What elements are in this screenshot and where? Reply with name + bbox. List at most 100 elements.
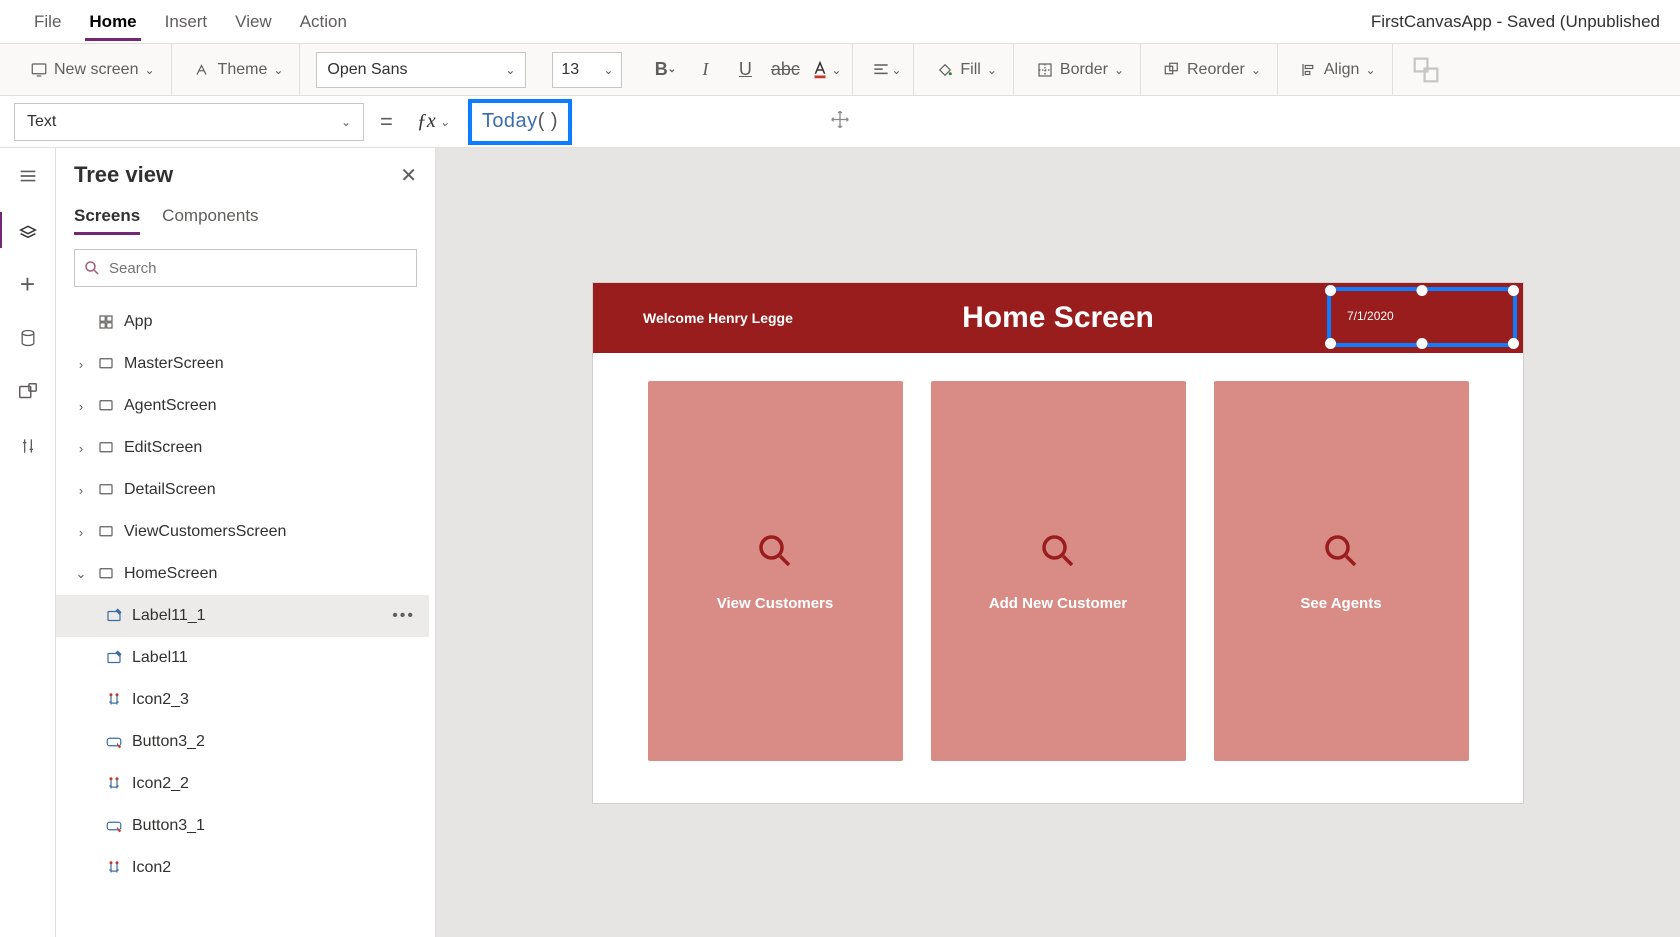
tree-search-input[interactable]	[109, 260, 408, 277]
label-icon	[104, 648, 124, 668]
tree-node-screen[interactable]: ›ViewCustomersScreen	[56, 511, 429, 553]
strikethrough-button[interactable]: abc	[768, 53, 802, 87]
tree-node-screen[interactable]: ›EditScreen	[56, 427, 429, 469]
underline-button[interactable]: U	[728, 53, 762, 87]
tree-node-control[interactable]: Icon2_3	[56, 679, 429, 721]
font-color-button[interactable]: ⌄	[808, 53, 842, 87]
italic-button[interactable]: I	[688, 53, 722, 87]
menu-action[interactable]: Action	[286, 4, 361, 40]
card-label: See Agents	[1300, 595, 1381, 612]
align-icon	[871, 60, 891, 80]
border-button[interactable]: Border⌄	[1030, 57, 1130, 83]
formula-input-highlight[interactable]: Today( )	[468, 99, 572, 145]
tree-search[interactable]	[74, 249, 417, 287]
tree-node-control[interactable]: Label11_1•••	[56, 595, 429, 637]
rail-media[interactable]	[14, 378, 42, 406]
fx-button[interactable]: ƒx⌄	[409, 110, 458, 133]
fill-button[interactable]: Fill⌄	[930, 57, 1003, 83]
magnifier-icon	[754, 530, 796, 577]
screen-icon	[96, 438, 116, 458]
group-button[interactable]	[1409, 53, 1443, 87]
formula-bar: Text⌄ = ƒx⌄ Today( )	[0, 96, 1680, 148]
button-icon	[104, 732, 124, 752]
app-title: FirstCanvasApp - Saved (Unpublished	[1371, 12, 1660, 32]
tab-components[interactable]: Components	[162, 200, 258, 235]
magnifier-icon	[1320, 530, 1362, 577]
screen-icon	[96, 564, 116, 584]
rail-hamburger[interactable]	[14, 162, 42, 190]
tab-screens[interactable]: Screens	[74, 200, 140, 235]
canvas-header-title: Home Screen	[962, 301, 1154, 335]
canvas-card[interactable]: See Agents	[1214, 381, 1469, 761]
menu-home[interactable]: Home	[75, 4, 150, 40]
icon-icon	[104, 774, 124, 794]
tree-node-control[interactable]: Button3_1	[56, 805, 429, 847]
app-canvas[interactable]: Welcome Henry Legge Home Screen 7/1/2020…	[593, 283, 1523, 803]
selected-date-label[interactable]: 7/1/2020	[1327, 287, 1517, 347]
theme-icon	[194, 61, 212, 79]
canvas-cards-row: View Customers Add New Customer See Agents	[593, 353, 1523, 761]
bold-button[interactable]: B⌄	[648, 53, 682, 87]
resize-handle[interactable]	[1325, 285, 1336, 296]
screen-icon	[96, 354, 116, 374]
tree-view-panel: Tree view ✕ Screens Components App ›Mast…	[56, 148, 436, 937]
ribbon: New screen⌄ Theme⌄ Open Sans⌄ 13⌄ B⌄ I U…	[0, 44, 1680, 96]
tree-node-screen[interactable]: ›DetailScreen	[56, 469, 429, 511]
screen-icon	[30, 61, 48, 79]
rail-data[interactable]	[14, 324, 42, 352]
left-rail: +	[0, 148, 56, 937]
equals-sign: =	[374, 109, 399, 135]
reorder-button[interactable]: Reorder⌄	[1157, 57, 1267, 83]
label-icon	[104, 606, 124, 626]
property-select[interactable]: Text⌄	[14, 103, 364, 141]
tree-node-screen[interactable]: ⌄HomeScreen	[56, 553, 429, 595]
canvas-area[interactable]: Welcome Henry Legge Home Screen 7/1/2020…	[436, 148, 1680, 937]
tree-node-control[interactable]: Button3_2	[56, 721, 429, 763]
more-button[interactable]: •••	[392, 607, 415, 625]
card-label: Add New Customer	[989, 595, 1127, 612]
app-icon	[96, 312, 116, 332]
tree-node-control[interactable]: Icon2_2	[56, 763, 429, 805]
menu-view[interactable]: View	[221, 4, 286, 40]
group-icon	[1409, 53, 1443, 87]
resize-handle[interactable]	[1508, 285, 1519, 296]
font-color-icon	[809, 59, 831, 81]
tree: App ›MasterScreen›AgentScreen›EditScreen…	[56, 301, 435, 937]
canvas-header: Welcome Henry Legge Home Screen 7/1/2020	[593, 283, 1523, 353]
canvas-card[interactable]: Add New Customer	[931, 381, 1186, 761]
button-icon	[104, 816, 124, 836]
screen-icon	[96, 396, 116, 416]
font-family-select[interactable]: Open Sans⌄	[316, 52, 526, 88]
text-align-button[interactable]: ⌄	[869, 53, 903, 87]
work-area: + Tree view ✕ Screens Components	[0, 148, 1680, 937]
tree-node-screen[interactable]: ›MasterScreen	[56, 343, 429, 385]
close-panel-button[interactable]: ✕	[400, 163, 417, 188]
tree-node-control[interactable]: Icon2	[56, 847, 429, 889]
font-size-select[interactable]: 13⌄	[552, 52, 622, 88]
rail-tree-view[interactable]	[14, 216, 42, 244]
resize-handle[interactable]	[1508, 338, 1519, 349]
border-icon	[1036, 61, 1054, 79]
align-button[interactable]: Align⌄	[1294, 57, 1382, 83]
tree-node-control[interactable]: Label11	[56, 637, 429, 679]
resize-handle[interactable]	[1417, 285, 1428, 296]
bucket-icon	[936, 61, 954, 79]
align-objects-icon	[1300, 61, 1318, 79]
menu-insert[interactable]: Insert	[151, 4, 222, 40]
rail-insert[interactable]: +	[14, 270, 42, 298]
screen-icon	[96, 522, 116, 542]
canvas-card[interactable]: View Customers	[648, 381, 903, 761]
move-handle-icon[interactable]	[829, 108, 851, 135]
resize-handle[interactable]	[1417, 338, 1428, 349]
menu-file[interactable]: File	[20, 4, 75, 40]
resize-handle[interactable]	[1325, 338, 1336, 349]
rail-tools[interactable]	[14, 432, 42, 460]
new-screen-button[interactable]: New screen⌄	[24, 57, 161, 83]
screen-icon	[96, 480, 116, 500]
theme-button[interactable]: Theme⌄	[188, 57, 290, 83]
tree-node-screen[interactable]: ›AgentScreen	[56, 385, 429, 427]
tree-node-app[interactable]: App	[56, 301, 429, 343]
icon-icon	[104, 690, 124, 710]
top-menubar: File Home Insert View Action FirstCanvas…	[0, 0, 1680, 44]
search-icon	[83, 259, 101, 277]
